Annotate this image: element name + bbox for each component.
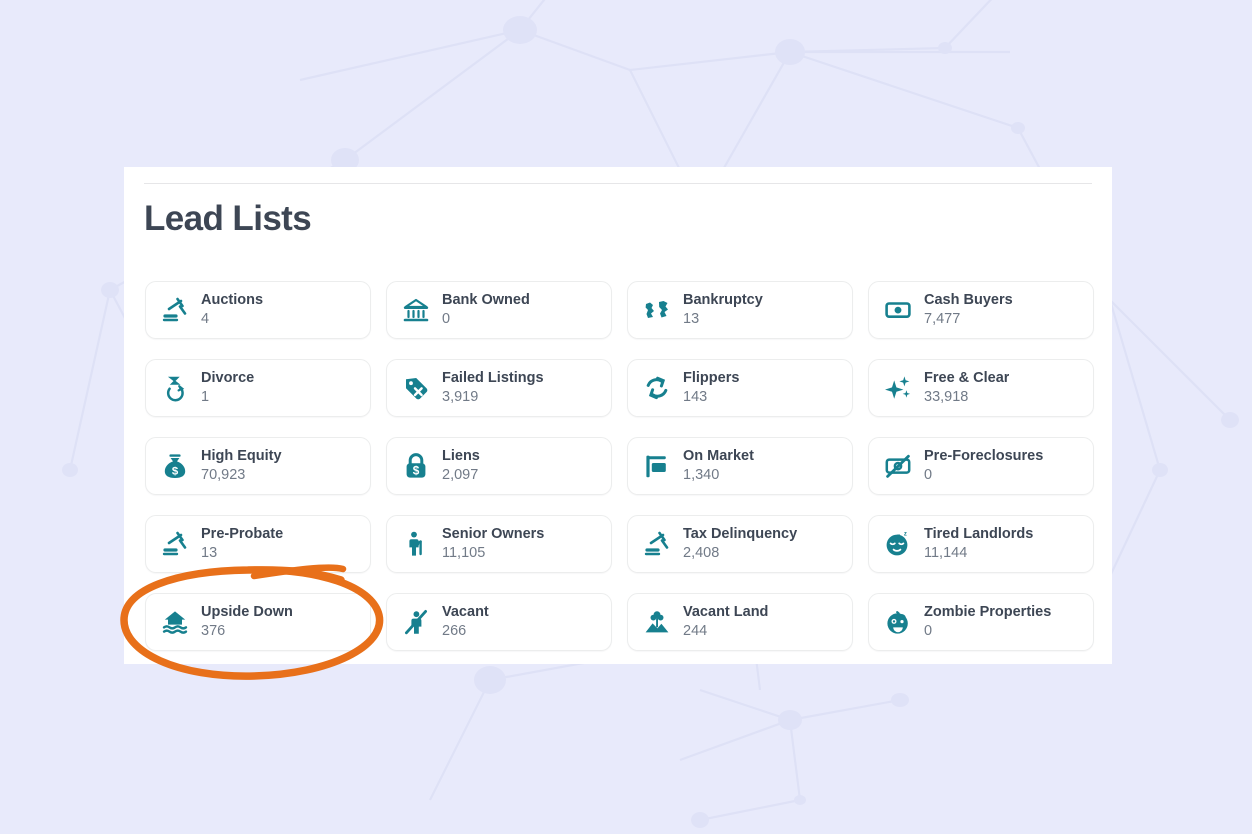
- lead-card-count: 3,919: [442, 388, 544, 407]
- lead-card-count: 11,105: [442, 544, 544, 563]
- svg-text:$: $: [172, 465, 179, 477]
- lead-card-tired-landlords[interactable]: z z Tired Landlords 11,144: [868, 515, 1094, 573]
- lead-card-label: Vacant: [442, 603, 489, 622]
- for-sale-sign-icon: [642, 451, 672, 481]
- lead-card-upside-down[interactable]: Upside Down 376: [145, 593, 371, 651]
- no-person-icon: [401, 607, 431, 637]
- lead-card-vacant[interactable]: Vacant 266: [386, 593, 612, 651]
- lead-card-cash-buyers[interactable]: Cash Buyers 7,477: [868, 281, 1094, 339]
- lead-card-label: Divorce: [201, 369, 254, 388]
- lead-card-label: Auctions: [201, 291, 263, 310]
- lead-card-free-and-clear[interactable]: Free & Clear 33,918: [868, 359, 1094, 417]
- page-title: Lead Lists: [144, 201, 311, 236]
- lead-card-high-equity[interactable]: $ High Equity 70,923: [145, 437, 371, 495]
- lead-card-count: 70,923: [201, 466, 282, 485]
- lead-card-count: 266: [442, 622, 489, 641]
- lead-card-count: 13: [683, 310, 763, 329]
- lead-card-bank-owned[interactable]: Bank Owned 0: [386, 281, 612, 339]
- lead-card-on-market[interactable]: On Market 1,340: [627, 437, 853, 495]
- lead-card-label: Failed Listings: [442, 369, 544, 388]
- lead-card-zombie-properties[interactable]: Zombie Properties 0: [868, 593, 1094, 651]
- lead-card-label: Pre-Foreclosures: [924, 447, 1043, 466]
- svg-text:$: $: [413, 464, 420, 478]
- lead-card-count: 1: [201, 388, 254, 407]
- svg-text:z: z: [897, 534, 901, 541]
- lead-card-count: 13: [201, 544, 283, 563]
- gavel-icon: [160, 295, 190, 325]
- money-bag-icon: $: [160, 451, 190, 481]
- gavel-icon: [160, 529, 190, 559]
- svg-text:z: z: [904, 531, 907, 537]
- lead-card-label: Tired Landlords: [924, 525, 1033, 544]
- lead-card-flippers[interactable]: Flippers 143: [627, 359, 853, 417]
- lead-card-count: 2,097: [442, 466, 480, 485]
- panel-top-divider: [144, 183, 1092, 184]
- lead-card-label: Tax Delinquency: [683, 525, 797, 544]
- lead-card-label: On Market: [683, 447, 754, 466]
- lead-card-label: Vacant Land: [683, 603, 768, 622]
- lead-card-count: 376: [201, 622, 293, 641]
- lock-dollar-icon: $: [401, 451, 431, 481]
- lead-card-count: 11,144: [924, 544, 1033, 563]
- lead-card-count: 143: [683, 388, 739, 407]
- lead-card-label: High Equity: [201, 447, 282, 466]
- lead-card-pre-probate[interactable]: Pre-Probate 13: [145, 515, 371, 573]
- lead-card-senior-owners[interactable]: Senior Owners 11,105: [386, 515, 612, 573]
- broken-ring-icon: [160, 373, 190, 403]
- lead-card-label: Zombie Properties: [924, 603, 1051, 622]
- no-money-icon: [883, 451, 913, 481]
- sparkles-icon: [883, 373, 913, 403]
- lead-card-vacant-land[interactable]: Vacant Land 244: [627, 593, 853, 651]
- lead-card-label: Upside Down: [201, 603, 293, 622]
- lead-card-count: 4: [201, 310, 263, 329]
- lead-card-label: Senior Owners: [442, 525, 544, 544]
- zombie-face-icon: [883, 607, 913, 637]
- sleeping-face-icon: z z: [883, 529, 913, 559]
- lead-card-liens[interactable]: $ Liens 2,097: [386, 437, 612, 495]
- flooded-house-icon: [160, 607, 190, 637]
- lead-card-count: 0: [924, 466, 1043, 485]
- lead-card-count: 33,918: [924, 388, 1009, 407]
- torn-money-icon: [642, 295, 672, 325]
- lead-card-failed-listings[interactable]: Failed Listings 3,919: [386, 359, 612, 417]
- lead-card-label: Bank Owned: [442, 291, 530, 310]
- lead-card-auctions[interactable]: Auctions 4: [145, 281, 371, 339]
- bank-icon: [401, 295, 431, 325]
- lead-card-label: Free & Clear: [924, 369, 1009, 388]
- lead-card-count: 244: [683, 622, 768, 641]
- lead-card-label: Pre-Probate: [201, 525, 283, 544]
- lead-card-count: 2,408: [683, 544, 797, 563]
- lead-lists-panel: Lead Lists Auctions 4: [124, 167, 1112, 664]
- lead-card-tax-delinquency[interactable]: Tax Delinquency 2,408: [627, 515, 853, 573]
- refresh-cycle-icon: [642, 373, 672, 403]
- lead-card-bankruptcy[interactable]: Bankruptcy 13: [627, 281, 853, 339]
- lead-card-count: 1,340: [683, 466, 754, 485]
- lead-card-divorce[interactable]: Divorce 1: [145, 359, 371, 417]
- lead-card-count: 7,477: [924, 310, 1013, 329]
- lead-card-pre-foreclosures[interactable]: Pre-Foreclosures 0: [868, 437, 1094, 495]
- gavel-icon: [642, 529, 672, 559]
- elderly-person-icon: [401, 529, 431, 559]
- tag-x-icon: [401, 373, 431, 403]
- lead-card-label: Liens: [442, 447, 480, 466]
- lead-card-count: 0: [924, 622, 1051, 641]
- banknote-icon: [883, 295, 913, 325]
- lead-lists-grid: Auctions 4 Bank Owned 0: [145, 281, 1095, 651]
- tree-land-icon: [642, 607, 672, 637]
- lead-card-label: Bankruptcy: [683, 291, 763, 310]
- lead-card-count: 0: [442, 310, 530, 329]
- lead-card-label: Flippers: [683, 369, 739, 388]
- lead-card-label: Cash Buyers: [924, 291, 1013, 310]
